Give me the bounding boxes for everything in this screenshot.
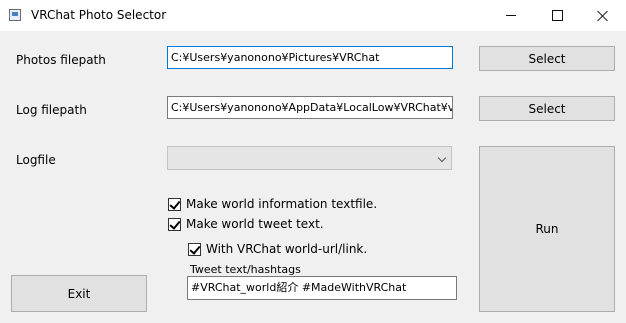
world-textfile-label: Make world information textfile.: [186, 197, 378, 211]
app-window-icon: [9, 9, 21, 21]
close-icon: [597, 10, 609, 22]
world-url-label: With VRChat world-url/link.: [206, 242, 368, 256]
close-button[interactable]: [580, 0, 626, 31]
maximize-icon: [551, 10, 563, 21]
chevron-down-icon: [437, 153, 447, 163]
window-title: VRChat Photo Selector: [31, 8, 167, 22]
photos-select-button[interactable]: Select: [479, 46, 615, 71]
run-button[interactable]: Run: [479, 146, 615, 312]
checkmark-icon: [188, 242, 201, 256]
world-url-checkbox[interactable]: With VRChat world-url/link.: [188, 242, 367, 256]
tweet-text-label: Tweet text/hashtags: [190, 263, 301, 276]
minimize-button[interactable]: [488, 0, 534, 31]
world-tweet-label: Make world tweet text.: [186, 217, 324, 231]
log-filepath-input[interactable]: C:¥Users¥yanonono¥AppData¥LocalLow¥VRCha…: [167, 96, 453, 119]
photos-filepath-input[interactable]: C:¥Users¥yanonono¥Pictures¥VRChat: [167, 46, 453, 69]
world-textfile-checkbox[interactable]: Make world information textfile.: [168, 197, 377, 211]
logfile-dropdown[interactable]: [167, 146, 452, 170]
main-window: VRChat Photo Selector Photos filepath C:…: [0, 0, 626, 323]
logfile-label: Logfile: [16, 153, 56, 167]
minimize-icon: [506, 15, 516, 16]
exit-button[interactable]: Exit: [11, 275, 147, 312]
maximize-button[interactable]: [534, 0, 580, 31]
checkmark-icon: [168, 197, 181, 211]
checkmark-icon: [168, 217, 181, 231]
title-bar[interactable]: VRChat Photo Selector: [0, 0, 626, 31]
log-filepath-label: Log filepath: [16, 103, 87, 117]
tweet-text-input[interactable]: #VRChat_world紹介 #MadeWithVRChat: [187, 276, 457, 300]
photos-filepath-label: Photos filepath: [16, 53, 106, 67]
log-select-button[interactable]: Select: [479, 96, 615, 121]
world-tweet-checkbox[interactable]: Make world tweet text.: [168, 217, 324, 231]
